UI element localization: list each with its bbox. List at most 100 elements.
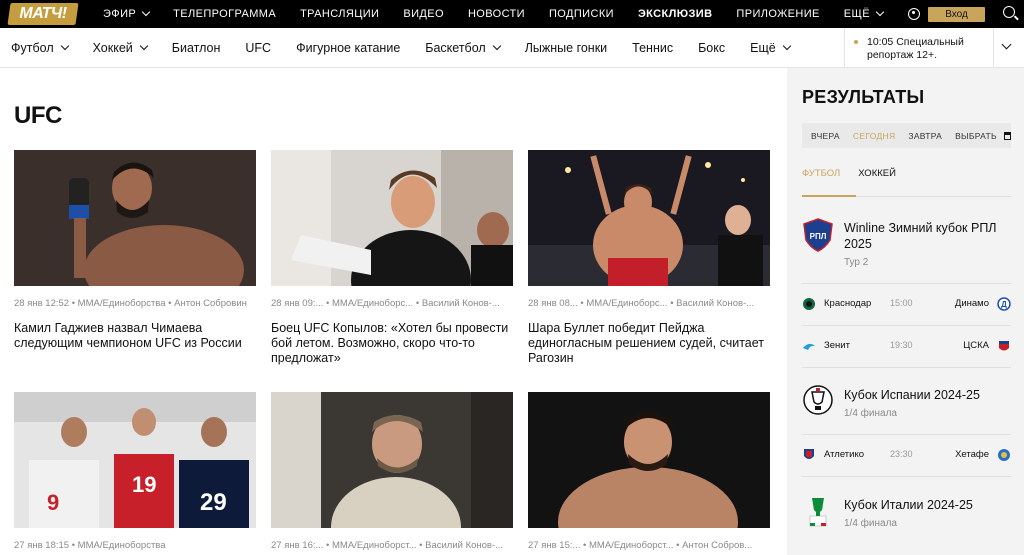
article-meta: 28 янв 12:52 • ММА/Единоборства • Антон … bbox=[14, 298, 247, 309]
sport-tab-hockey[interactable]: ХОККЕЙ bbox=[858, 168, 914, 179]
top-nav-label: ЭКСКЛЮЗИВ bbox=[637, 8, 713, 20]
match-time: 23:30 bbox=[890, 449, 913, 459]
match-row[interactable]: Краснодар 15:00 Динамо Д bbox=[802, 283, 1011, 325]
calendar-icon[interactable] bbox=[1003, 131, 1011, 140]
live-teaser[interactable]: 10:05 Специальный репортаж 12+. bbox=[844, 28, 994, 68]
article-image[interactable] bbox=[528, 392, 770, 528]
chevron-down-icon bbox=[60, 41, 69, 51]
sport-football[interactable]: Футбол bbox=[11, 41, 69, 55]
sport-biathlon[interactable]: Биатлон bbox=[172, 41, 221, 55]
match-row[interactable]: Атлетико 23:30 Хетафе bbox=[802, 434, 1011, 476]
sport-label: Ещё bbox=[750, 41, 776, 55]
sport-label: Хоккей bbox=[92, 41, 133, 55]
rpl-cup-badge-icon: РПЛ bbox=[803, 218, 833, 252]
away-team: ЦСКА bbox=[963, 340, 989, 351]
sport-tab-football[interactable]: ФУТБОЛ bbox=[802, 168, 858, 179]
sport-boxing[interactable]: Бокс bbox=[698, 41, 725, 55]
sport-hockey[interactable]: Хоккей bbox=[92, 41, 149, 55]
tournament-round: Тур 2 bbox=[844, 257, 869, 268]
article-title[interactable]: Камил Гаджиев назвал Чимаева следующим ч… bbox=[14, 321, 256, 351]
top-nav-video[interactable]: ВИДЕО bbox=[403, 8, 444, 20]
match-time: 15:00 bbox=[890, 298, 913, 308]
article-card[interactable]: 28 янв 08... • ММА/Единоборс... • Васили… bbox=[528, 150, 770, 366]
top-nav-broadcasts[interactable]: ТРАНСЛЯЦИИ bbox=[300, 8, 379, 20]
sport-label: Биатлон bbox=[171, 41, 221, 55]
article-image[interactable] bbox=[528, 150, 770, 286]
chevron-down-icon bbox=[139, 41, 149, 51]
top-nav-label: ТРАНСЛЯЦИИ bbox=[300, 8, 380, 20]
top-nav-app[interactable]: ПРИЛОЖЕНИЕ bbox=[736, 8, 819, 20]
article-image[interactable] bbox=[14, 150, 256, 286]
sport-tennis[interactable]: Теннис bbox=[632, 41, 673, 55]
tournament-round: 1/4 финала bbox=[844, 408, 897, 419]
article-title[interactable]: Боец UFC Копылов: «Хотел бы провести бой… bbox=[271, 321, 513, 366]
coppa-italia-icon bbox=[809, 498, 827, 527]
tournament-round: 1/4 финала bbox=[844, 518, 897, 529]
top-nav-news[interactable]: НОВОСТИ bbox=[468, 8, 525, 20]
top-nav-label: ЕЩЁ bbox=[843, 8, 870, 20]
sport-label: Лыжные гонки bbox=[524, 41, 608, 55]
article-image[interactable]: 19 29 9 bbox=[14, 392, 256, 528]
top-nav-efir[interactable]: ЭФИР bbox=[103, 7, 151, 20]
article-image[interactable] bbox=[271, 150, 513, 286]
article-meta: 27 янв 18:15 • ММА/Единоборства bbox=[14, 540, 166, 551]
article-image[interactable] bbox=[271, 392, 513, 528]
article-meta: 27 янв 15:... • ММА/Единоборст... • Анто… bbox=[528, 540, 753, 551]
top-nav-subscriptions[interactable]: ПОДПИСКИ bbox=[549, 8, 614, 20]
chevron-down-icon bbox=[782, 41, 791, 51]
tournament-name: Кубок Италии 2024-25 bbox=[844, 498, 973, 512]
match-logo[interactable]: МАТЧ! bbox=[7, 3, 79, 25]
day-tab-yesterday[interactable]: ВЧЕРА bbox=[811, 131, 840, 141]
day-tab-tomorrow[interactable]: ЗАВТРА bbox=[908, 131, 942, 141]
top-nav-label: ПРИЛОЖЕНИЕ bbox=[736, 8, 820, 20]
article-card[interactable]: 27 янв 15:... • ММА/Единоборст... • Анто… bbox=[528, 392, 770, 551]
top-nav-more[interactable]: ЕЩЁ bbox=[843, 7, 885, 20]
article-card[interactable]: 27 янв 16:... • ММА/Единоборст... • Васи… bbox=[271, 392, 513, 551]
home-team: Атлетико bbox=[824, 449, 864, 460]
day-tabs: ВЧЕРА СЕГОДНЯ ЗАВТРА ВЫБРАТЬ bbox=[802, 123, 1011, 148]
live-teaser-line2: репортаж 12+. bbox=[867, 49, 938, 61]
sport-tabs: ФУТБОЛ ХОККЕЙ bbox=[802, 168, 914, 179]
article-title[interactable]: Шара Буллет победит Пейджа единогласным … bbox=[528, 321, 770, 366]
dynamo-logo-icon: Д bbox=[997, 297, 1011, 311]
divider bbox=[802, 476, 1011, 477]
sport-basketball[interactable]: Баскетбол bbox=[425, 41, 501, 55]
top-nav-tv-guide[interactable]: ТЕЛЕПРОГРАММА bbox=[173, 8, 276, 20]
copa-del-rey-icon bbox=[803, 385, 833, 415]
svg-text:19: 19 bbox=[132, 472, 156, 497]
svg-text:РПЛ: РПЛ bbox=[810, 232, 827, 241]
article-meta: 28 янв 08... • ММА/Единоборс... • Васили… bbox=[528, 298, 755, 309]
home-team: Зенит bbox=[824, 340, 850, 351]
sport-more[interactable]: Ещё bbox=[750, 41, 791, 55]
sport-label: Баскетбол bbox=[425, 41, 486, 55]
search-icon[interactable] bbox=[1003, 6, 1015, 18]
top-nav-exclusive[interactable]: ЭКСКЛЮЗИВ bbox=[638, 8, 712, 20]
atletico-logo-icon bbox=[804, 449, 814, 459]
top-nav-label: ПОДПИСКИ bbox=[549, 8, 614, 20]
day-tab-today[interactable]: СЕГОДНЯ bbox=[853, 131, 896, 141]
day-tab-choose[interactable]: ВЫБРАТЬ bbox=[955, 131, 997, 141]
article-meta: 27 янв 16:... • ММА/Единоборст... • Васи… bbox=[271, 540, 504, 551]
sport-label: Теннис bbox=[632, 41, 674, 55]
sports-nav: Футбол Хоккей Биатлон UFC Фигурное катан… bbox=[11, 28, 815, 68]
top-bar: МАТЧ! ЭФИР ТЕЛЕПРОГРАММА ТРАНСЛЯЦИИ ВИДЕ… bbox=[0, 0, 1024, 28]
main-content: UFC 28 янв 12:52 • ММА/Единоборства • Ан… bbox=[0, 68, 785, 555]
article-card[interactable]: 19 29 9 27 янв 18:15 • ММА/Единоборства bbox=[14, 392, 256, 551]
user-icon[interactable] bbox=[908, 8, 920, 20]
chevron-down-icon bbox=[141, 7, 151, 17]
results-sidebar: РЕЗУЛЬТАТЫ ВЧЕРА СЕГОДНЯ ЗАВТРА ВЫБРАТЬ … bbox=[787, 68, 1024, 555]
krasnodar-logo-icon bbox=[803, 298, 815, 310]
sport-ski-racing[interactable]: Лыжные гонки bbox=[525, 41, 607, 55]
logo-text: МАТЧ! bbox=[19, 5, 67, 22]
article-card[interactable]: 28 янв 09:... • ММА/Единоборс... • Васил… bbox=[271, 150, 513, 366]
sport-label: Бокс bbox=[698, 41, 726, 55]
chevron-down-icon bbox=[875, 7, 885, 17]
match-time: 19:30 bbox=[890, 340, 913, 350]
zenit-logo-icon bbox=[803, 343, 815, 350]
article-card[interactable]: 28 янв 12:52 • ММА/Единоборства • Антон … bbox=[14, 150, 256, 351]
svg-text:29: 29 bbox=[200, 489, 227, 516]
sport-ufc[interactable]: UFC bbox=[245, 41, 271, 55]
match-row[interactable]: Зенит 19:30 ЦСКА bbox=[802, 325, 1011, 367]
login-button[interactable]: Вход bbox=[928, 7, 985, 22]
sport-figure-skating[interactable]: Фигурное катание bbox=[296, 41, 400, 55]
